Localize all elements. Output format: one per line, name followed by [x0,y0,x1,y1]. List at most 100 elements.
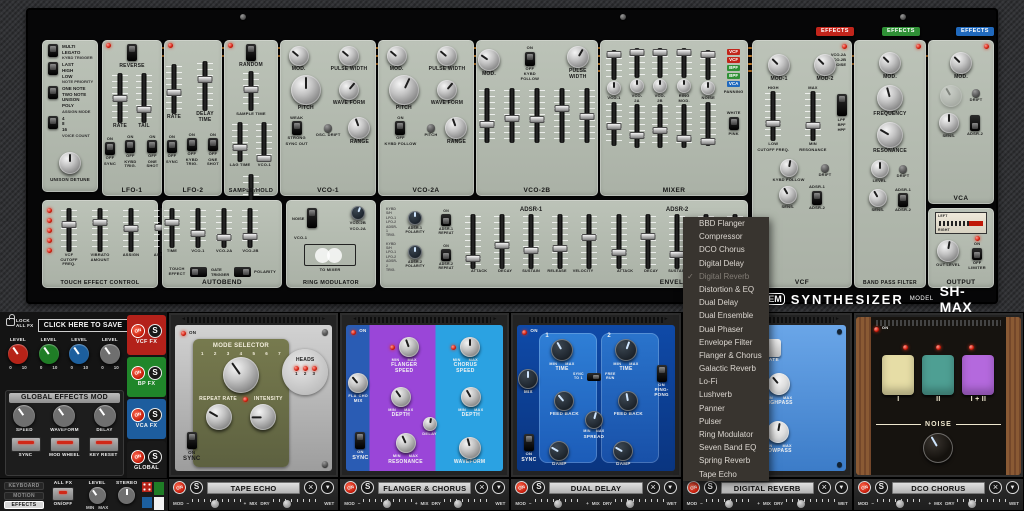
range-knob[interactable] [348,117,370,139]
waveform-knob[interactable] [437,80,457,100]
dropdown-item[interactable]: Compressor [683,230,769,243]
fx-name-plate[interactable]: DUAL DELAY [549,482,642,494]
fx-mod-slider[interactable] [877,499,926,508]
kybd-follow-switch[interactable] [525,52,535,66]
slider-cap[interactable] [466,255,481,262]
lfo-toggle[interactable] [187,138,197,151]
fx-on-button[interactable]: ON [343,479,359,495]
slider-cap[interactable] [505,115,520,122]
bpf-mod-knob[interactable] [879,52,901,74]
mixer-send-slider[interactable] [629,48,645,78]
lock-icon[interactable] [6,318,15,326]
footer-tab[interactable]: EFFECTS [4,501,44,509]
slider-cap[interactable] [198,76,213,83]
slider-thumb[interactable] [383,500,391,508]
vcf-drift-trimmer[interactable] [821,164,829,172]
out-level-knob[interactable] [937,240,959,262]
dropdown-item[interactable]: Dual Delay [683,296,769,309]
slider-cap[interactable] [62,221,77,228]
adsr-slider[interactable] [465,214,481,269]
slider-cap[interactable] [641,233,656,240]
slider-cap[interactable] [191,230,206,237]
save-button[interactable]: CLICK HERE TO SAVE [38,319,128,332]
delay2-damp-knob[interactable] [613,441,633,461]
dropdown-item[interactable]: ✓ Digital Reverb [683,270,769,283]
fx-level-knob[interactable] [69,344,89,364]
vco-knob[interactable] [387,46,407,66]
flanger-speed-knob[interactable] [399,337,419,357]
lfo1-wave-switch[interactable] [127,44,137,61]
adsr-polarity-knob[interactable] [408,245,422,259]
sh-slider[interactable] [232,122,248,162]
slider-cap[interactable] [495,242,510,249]
mixer-pan-knob[interactable] [653,79,667,93]
touch-slider[interactable] [123,208,139,252]
fx-mod-slider[interactable] [706,499,755,508]
dropdown-item[interactable]: Spring Reverb [683,454,769,467]
slider-cap[interactable] [555,105,570,112]
dual-mix-knob[interactable] [518,369,538,389]
fx-select-button[interactable]: ▼ [321,481,334,494]
highpass-knob[interactable] [768,373,790,395]
dropdown-item[interactable]: Envelope Filter [683,336,769,349]
fx-close-button[interactable]: × [304,481,317,494]
lfo-slider[interactable] [112,73,128,123]
slider-cap[interactable] [243,233,258,240]
slider-cap[interactable] [630,49,645,56]
ringmod-vco2b-control[interactable] [351,206,365,220]
repeat-rate-knob[interactable] [206,404,232,430]
slider-cap[interactable] [124,225,139,232]
mixer-level-slider[interactable] [676,104,692,148]
fx-select-button[interactable]: ▼ [492,481,505,494]
fx-name-plate[interactable]: DCO CHORUS [892,482,985,494]
fx-close-button[interactable]: × [989,481,1002,494]
dual-sync-switch[interactable] [524,434,534,451]
mode-switch[interactable] [48,62,58,75]
gem-knob[interactable] [13,405,35,427]
adsr-slider[interactable] [523,214,539,269]
vco2b-wave-slider[interactable] [479,88,495,143]
footer-tab[interactable]: MOTION [4,492,44,500]
gem-button[interactable] [11,437,41,452]
slider-cap[interactable] [630,132,645,139]
vcf-adsr-switch[interactable] [812,191,822,205]
dropdown-item[interactable]: Lushverb [683,388,769,401]
unison-detune-knob[interactable] [59,152,81,174]
slider-cap[interactable] [612,249,627,256]
fx-solo-button[interactable]: S [190,481,203,494]
slider-cap[interactable] [524,247,539,254]
dropdown-item[interactable]: Seven Band EQ [683,441,769,454]
adsr-slider[interactable] [611,214,627,269]
mixer-level-slider[interactable] [629,104,645,148]
mixer-level-slider[interactable] [606,102,622,146]
footer-stereo-knob[interactable] [118,487,135,504]
adsr-repeat-switch[interactable] [441,214,451,226]
footer-tab[interactable]: KEYBOARD [4,482,44,490]
mixer-send-slider[interactable] [676,48,692,78]
vcf-mod-knob[interactable] [814,54,836,76]
fx-level-knob[interactable] [39,344,59,364]
autobend-slider[interactable] [242,208,258,248]
fx-select-button[interactable]: ▼ [835,481,848,494]
slider-thumb[interactable] [896,500,904,508]
slider-thumb[interactable] [626,500,634,508]
autobend-slider[interactable] [164,208,180,248]
fx-close-button[interactable]: × [475,481,488,494]
adsr-repeat-switch[interactable] [441,249,451,261]
slider-cap[interactable] [480,121,495,128]
slider-thumb[interactable] [968,500,976,508]
vca-sens-knob[interactable] [939,113,959,133]
white-square[interactable] [154,497,164,510]
pulse-width-knob[interactable] [567,46,589,68]
slider-cap[interactable] [217,234,232,241]
fx-on-button[interactable]: ON [685,479,701,495]
slider-cap[interactable] [607,123,622,130]
flanger-mix-knob[interactable] [348,373,368,393]
mode-switch[interactable] [48,86,58,99]
dropdown-item[interactable]: Distortion & EQ [683,283,769,296]
autobend-slider[interactable] [216,208,232,248]
fx-level-knob[interactable] [8,344,28,364]
pitch-trimmer[interactable] [427,124,435,132]
slider-cap[interactable] [530,116,545,123]
pitch-knob[interactable] [389,75,419,105]
